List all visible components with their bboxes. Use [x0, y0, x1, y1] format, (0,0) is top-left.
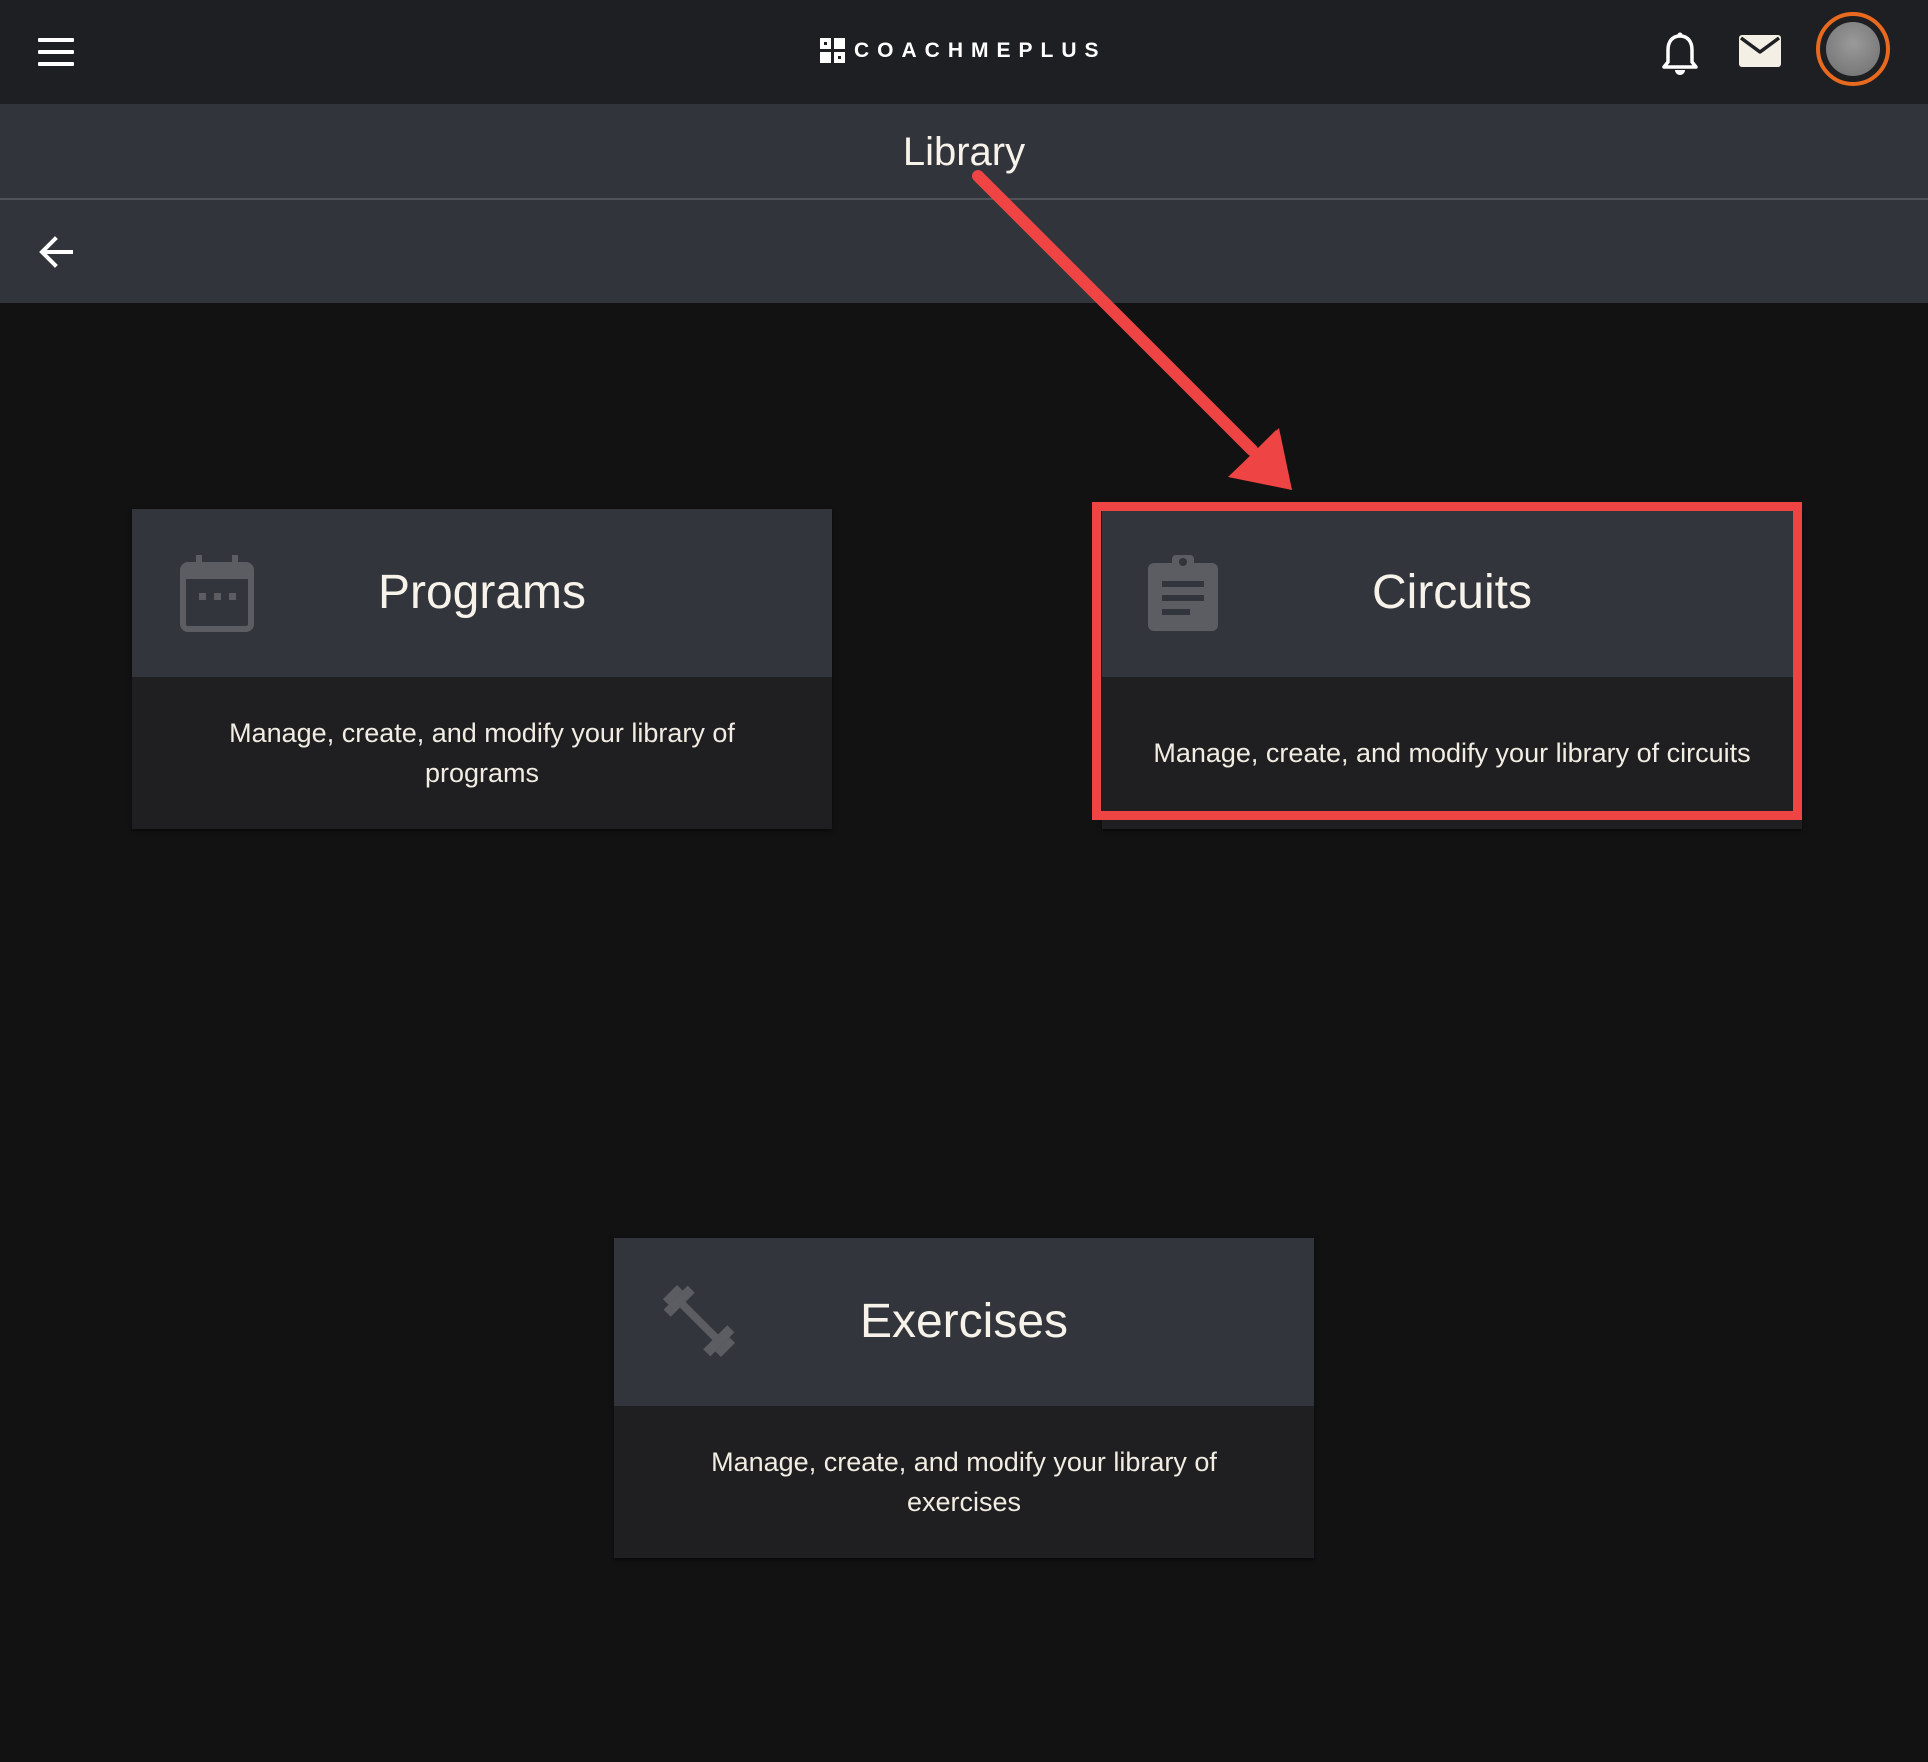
card-title: Exercises — [859, 1295, 1069, 1348]
hamburger-menu-icon[interactable] — [38, 38, 74, 66]
card-header: Circuits — [1102, 509, 1802, 677]
page-title: Library — [902, 129, 1026, 174]
navigation-bar — [0, 200, 1928, 303]
card-description: Manage, create, and modify your library … — [229, 718, 735, 788]
brand-logo[interactable]: COACHMEPLUS — [820, 36, 1107, 66]
bell-icon[interactable] — [1660, 32, 1700, 76]
avatar-image — [1826, 22, 1880, 76]
brand-name: COACHMEPLUS — [854, 39, 1107, 62]
arrow-left-icon[interactable] — [38, 234, 74, 270]
page-title-bar: Library — [0, 104, 1928, 200]
top-app-bar: COACHMEPLUS — [0, 0, 1928, 104]
card-title: Programs — [377, 566, 587, 619]
user-avatar[interactable] — [1816, 12, 1890, 86]
card-description: Manage, create, and modify your library … — [1153, 738, 1751, 768]
card-header: Exercises — [614, 1238, 1314, 1406]
card-title: Circuits — [1371, 566, 1532, 619]
circuits-card[interactable]: Circuits Manage, create, and modify your… — [1102, 509, 1802, 829]
card-description: Manage, create, and modify your library … — [711, 1447, 1217, 1517]
programs-card[interactable]: Programs Manage, create, and modify your… — [132, 509, 832, 829]
mail-icon[interactable] — [1738, 34, 1782, 68]
exercises-card[interactable]: Exercises Manage, create, and modify you… — [614, 1238, 1314, 1558]
logo-mark-icon — [820, 38, 845, 63]
card-header: Programs — [132, 509, 832, 677]
